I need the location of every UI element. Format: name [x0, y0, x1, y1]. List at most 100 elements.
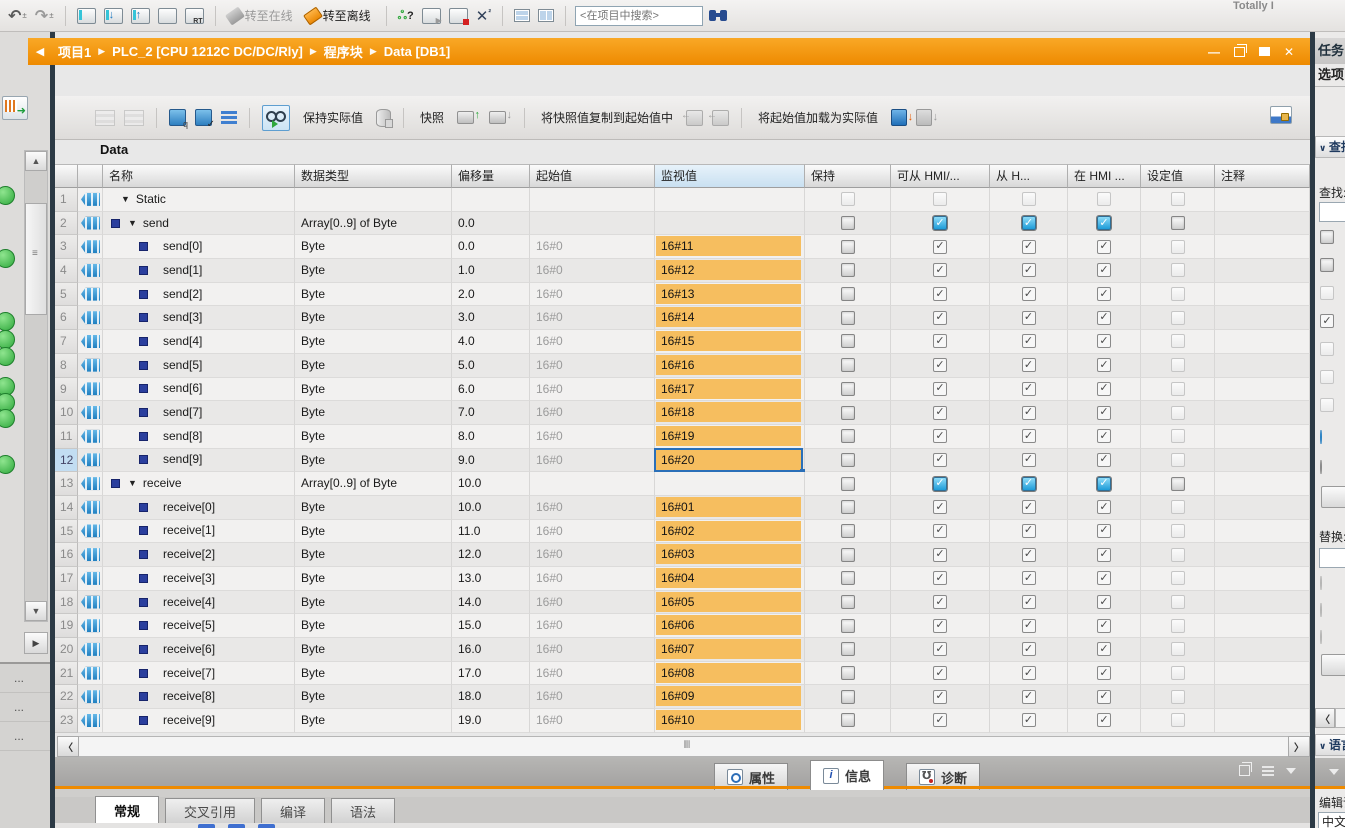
data-type-cell[interactable]: Byte [295, 685, 452, 709]
copy-snapshot-all-button[interactable] [710, 106, 731, 130]
row-number[interactable]: 19 [55, 614, 78, 638]
hmi-writable-checkbox[interactable]: ✓ [1022, 642, 1036, 656]
hmi-visible-checkbox[interactable]: ✓ [1097, 690, 1111, 704]
hmi-visible-checkbox[interactable]: ✓ [1097, 619, 1111, 633]
hmi-visible-checkbox[interactable]: ✓ [1097, 477, 1111, 491]
subtab-常规[interactable]: 常规 [95, 796, 159, 823]
hmi-accessible-checkbox[interactable]: ✓ [933, 334, 947, 348]
retain-checkbox[interactable] [841, 406, 855, 420]
comment-cell[interactable] [1215, 378, 1310, 402]
hmi-visible-checkbox[interactable]: ✓ [1097, 571, 1111, 585]
monitor-value[interactable]: 16#01 [656, 497, 801, 517]
hmi-writable-checkbox[interactable]: ✓ [1022, 690, 1036, 704]
breadcrumb-item[interactable]: 项目1 [58, 42, 91, 61]
hmi-writable-checkbox[interactable]: ✓ [1022, 571, 1036, 585]
hmi-writable-checkbox[interactable]: ✓ [1022, 263, 1036, 277]
hmi-accessible-checkbox[interactable]: ✓ [933, 216, 947, 230]
hmi-writable-checkbox[interactable]: ✓ [1022, 595, 1036, 609]
name-cell[interactable]: receive[0] [103, 496, 295, 520]
project-tree-scrollbar[interactable]: ▲ ▼ [24, 150, 48, 622]
data-type-cell[interactable]: Byte [295, 235, 452, 259]
comment-cell[interactable] [1215, 330, 1310, 354]
monitor-cell[interactable]: 16#09 [655, 685, 805, 709]
monitor-cell[interactable]: 16#05 [655, 591, 805, 615]
monitor-value[interactable]: 16#19 [656, 426, 801, 446]
data-type-cell[interactable]: Byte [295, 401, 452, 425]
monitor-cell[interactable]: 16#16 [655, 354, 805, 378]
hmi-writable-checkbox[interactable]: ✓ [1022, 619, 1036, 633]
start-value-cell[interactable] [530, 472, 655, 496]
hmi-accessible-checkbox[interactable]: ✓ [933, 477, 947, 491]
hmi-accessible-checkbox[interactable]: ✓ [933, 690, 947, 704]
hmi-writable-checkbox[interactable]: ✓ [1022, 500, 1036, 514]
hmi-writable-checkbox[interactable]: ✓ [1022, 358, 1036, 372]
comment-cell[interactable] [1215, 401, 1310, 425]
row-number[interactable]: 7 [55, 330, 78, 354]
hmi-writable-checkbox[interactable]: ✓ [1022, 548, 1036, 562]
name-cell[interactable]: receive[2] [103, 543, 295, 567]
name-cell[interactable]: send[2] [103, 283, 295, 307]
collapse-left-icon[interactable]: ◀ [28, 45, 52, 58]
start-value-cell[interactable]: 16#0 [530, 520, 655, 544]
details-list-item[interactable]: ... [0, 693, 50, 722]
undo-button[interactable]: ↶± [6, 5, 29, 27]
start-value-cell[interactable]: 16#0 [530, 354, 655, 378]
name-cell[interactable]: receive[4] [103, 591, 295, 615]
panel-scroll-left-button[interactable]: 〈 [1315, 708, 1335, 728]
subtab-语法[interactable]: 语法 [331, 798, 395, 823]
monitor-value[interactable]: 16#02 [656, 521, 801, 541]
hmi-visible-checkbox[interactable]: ✓ [1097, 358, 1111, 372]
monitor-cell[interactable]: 16#04 [655, 567, 805, 591]
hmi-writable-checkbox[interactable]: ✓ [1022, 216, 1036, 230]
name-cell[interactable]: ▼Static [103, 188, 295, 212]
name-cell[interactable]: receive[5] [103, 614, 295, 638]
hmi-accessible-checkbox[interactable]: ✓ [933, 571, 947, 585]
hmi-writable-checkbox[interactable]: ✓ [1022, 666, 1036, 680]
row-number[interactable]: 18 [55, 591, 78, 615]
monitor-cell[interactable] [655, 472, 805, 496]
hmi-writable-checkbox[interactable]: ✓ [1022, 713, 1036, 727]
retain-checkbox[interactable] [841, 358, 855, 372]
column-header[interactable]: 监视值 [655, 164, 805, 188]
cross-references-button[interactable]: ✕² [474, 5, 493, 27]
hmi-accessible-checkbox[interactable]: ✓ [933, 666, 947, 680]
hmi-visible-checkbox[interactable]: ✓ [1097, 429, 1111, 443]
monitor-value[interactable]: 16#18 [656, 402, 801, 422]
data-type-cell[interactable]: Byte [295, 638, 452, 662]
column-header[interactable] [78, 164, 103, 188]
start-value-cell[interactable]: 16#0 [530, 378, 655, 402]
name-cell[interactable]: send[9] [103, 449, 295, 473]
monitor-value[interactable]: 16#04 [656, 568, 801, 588]
edit-language-select[interactable]: 中文 [1318, 812, 1345, 828]
column-header[interactable]: 设定值 [1141, 164, 1215, 188]
redo-button[interactable]: ↷± [33, 5, 56, 27]
monitor-cell[interactable]: 16#06 [655, 614, 805, 638]
comment-cell[interactable] [1215, 283, 1310, 307]
row-number[interactable]: 16 [55, 543, 78, 567]
start-value-cell[interactable] [530, 188, 655, 212]
comment-cell[interactable] [1215, 425, 1310, 449]
load-start-values-all-button[interactable] [914, 106, 934, 130]
hmi-writable-checkbox[interactable]: ✓ [1022, 382, 1036, 396]
search-up-radio[interactable] [1320, 460, 1322, 474]
setpoint-checkbox[interactable] [1171, 216, 1185, 230]
hmi-writable-checkbox[interactable]: ✓ [1022, 406, 1036, 420]
monitor-value[interactable]: 16#08 [656, 663, 801, 683]
start-value-cell[interactable]: 16#0 [530, 259, 655, 283]
retain-checkbox[interactable] [841, 619, 855, 633]
add-row-button[interactable] [122, 106, 146, 130]
name-cell[interactable]: ▼send [103, 212, 295, 236]
hmi-visible-checkbox[interactable]: ✓ [1097, 334, 1111, 348]
start-value-cell[interactable]: 16#0 [530, 567, 655, 591]
start-value-cell[interactable]: 16#0 [530, 425, 655, 449]
hmi-visible-checkbox[interactable]: ✓ [1097, 240, 1111, 254]
name-cell[interactable]: ▼receive [103, 472, 295, 496]
breadcrumb-item[interactable]: 程序块 [324, 42, 363, 61]
start-value-cell[interactable]: 16#0 [530, 283, 655, 307]
hmi-visible-checkbox[interactable]: ✓ [1097, 216, 1111, 230]
comment-cell[interactable] [1215, 496, 1310, 520]
inspector-tab-信息[interactable]: i信息 [810, 760, 884, 790]
copy-snapshot-button[interactable] [684, 106, 705, 130]
start-value-cell[interactable] [530, 212, 655, 236]
find-replace-section-header[interactable]: ∨ 查找和替换 [1315, 136, 1345, 158]
